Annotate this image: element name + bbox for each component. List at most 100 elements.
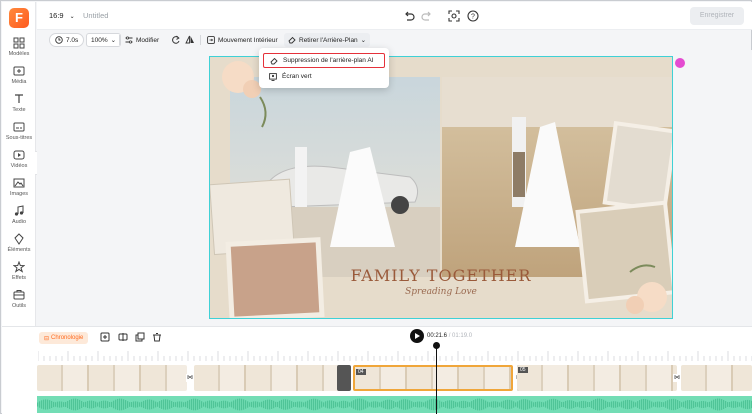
waveform-bar: [343, 400, 345, 409]
waveform-bar: [249, 402, 251, 407]
waveform-bar: [47, 399, 49, 410]
video-canvas[interactable]: FAMILY TOGETHER Spreading Love: [209, 56, 673, 319]
screenshot-icon[interactable]: [448, 10, 460, 22]
rotate-icon[interactable]: [171, 33, 181, 47]
trash-icon[interactable]: [152, 332, 162, 342]
waveform-bar: [195, 398, 197, 411]
waveform-bar: [465, 401, 467, 408]
sidebar-item-elements[interactable]: Éléments: [2, 233, 36, 259]
waveform-bar: [451, 400, 453, 409]
audio-track[interactable]: [37, 396, 752, 413]
canvas-title[interactable]: FAMILY TOGETHER: [210, 266, 672, 285]
undo-icon[interactable]: [403, 10, 415, 22]
waveform-bar: [347, 401, 349, 408]
waveform-bar: [91, 400, 93, 409]
timeline-toggle-button[interactable]: ⊟ Chronologie: [39, 332, 89, 344]
waveform-bar: [111, 401, 113, 408]
transition-icon[interactable]: ⋈: [186, 374, 194, 382]
sidebar-item-tools[interactable]: Outils: [2, 289, 36, 315]
timeline-clip[interactable]: [681, 365, 752, 391]
waveform-bar: [469, 402, 471, 407]
timeline-clip[interactable]: [37, 365, 187, 391]
waveform-bar: [617, 401, 619, 408]
green-screen-icon: [269, 72, 277, 81]
images-icon: [13, 178, 25, 188]
waveform-bar: [681, 402, 683, 407]
waveform-bar: [633, 401, 635, 408]
waveform-bar: [169, 400, 171, 409]
waveform-bar: [645, 399, 647, 410]
waveform-bar: [167, 399, 169, 410]
waveform-bar: [75, 398, 77, 411]
waveform-bar: [651, 401, 653, 408]
flip-icon[interactable]: [185, 33, 195, 47]
waveform-bar: [293, 402, 295, 407]
sidebar-item-text[interactable]: Texte: [2, 93, 36, 119]
waveform-bar: [695, 401, 697, 408]
waveform-bar: [275, 401, 277, 408]
add-icon[interactable]: [100, 332, 110, 342]
sidebar-item-label: Images: [9, 191, 29, 197]
menu-item-ai-background-removal[interactable]: Suppression de l'arrière-plan AI: [263, 53, 385, 68]
export-button[interactable]: Enregistrer: [690, 7, 744, 25]
sidebar-item-audio[interactable]: Audio: [2, 205, 36, 231]
waveform-bar: [253, 401, 255, 408]
sidebar-item-label: Sous-titres: [5, 135, 33, 141]
sidebar-item-subtitles[interactable]: Sous-titres: [2, 121, 36, 147]
sidebar-item-videos[interactable]: Vidéos: [2, 149, 36, 175]
waveform-bar: [93, 400, 95, 409]
waveform-bar: [571, 400, 573, 409]
waveform-bar: [665, 401, 667, 408]
redo-icon[interactable]: [421, 10, 433, 22]
waveform-bar: [271, 399, 273, 410]
aspect-ratio-select[interactable]: 16:9 ⌄: [49, 11, 75, 20]
sidebar-item-images[interactable]: Images: [2, 177, 36, 203]
app-logo[interactable]: F: [9, 8, 29, 28]
ai-magic-icon[interactable]: [675, 58, 685, 68]
waveform-bar: [623, 400, 625, 409]
sidebar-item-effects[interactable]: Effets: [2, 261, 36, 287]
sidebar-item-media[interactable]: Média: [2, 65, 36, 91]
waveform-bar: [387, 399, 389, 410]
zoom-select[interactable]: 100% ⌄: [86, 33, 122, 47]
clip-handle[interactable]: [337, 365, 351, 391]
duplicate-icon[interactable]: [135, 332, 145, 342]
transition-icon[interactable]: ⋈: [673, 374, 681, 382]
waveform-bar: [395, 402, 397, 407]
waveform-bar: [53, 401, 55, 408]
waveform-bar: [251, 401, 253, 408]
play-button[interactable]: [410, 329, 424, 343]
collage-caption: FAMILY TOGETHER Spreading Love: [210, 266, 672, 297]
timeline-icon: ⊟: [44, 335, 50, 342]
sidebar-item-templates[interactable]: Modèles: [2, 37, 36, 63]
canvas-subtitle[interactable]: Spreading Love: [210, 287, 672, 297]
sidebar-item-label: Éléments: [7, 247, 31, 253]
waveform-bar: [71, 399, 73, 410]
waveform-bar: [259, 402, 261, 407]
modify-button[interactable]: Modifier: [125, 33, 159, 47]
timeline-clip[interactable]: [194, 365, 344, 391]
waveform-bar: [539, 401, 541, 408]
waveform-bar: [711, 400, 713, 409]
waveform-bar: [733, 401, 735, 408]
waveform-bar: [309, 399, 311, 410]
waveform-bar: [369, 402, 371, 407]
waveform-bar: [267, 399, 269, 410]
remove-background-button[interactable]: Retirer l'Arrière-Plan ⌄: [284, 33, 371, 47]
split-icon[interactable]: [118, 332, 128, 342]
waveform-bar: [137, 401, 139, 408]
time-ruler[interactable]: [38, 347, 752, 363]
motion-icon: [207, 36, 215, 44]
waveform-bar: [725, 401, 727, 408]
menu-item-green-screen[interactable]: Écran vert: [263, 69, 385, 84]
inner-motion-button[interactable]: Mouvement Intérieur: [207, 33, 278, 47]
help-icon[interactable]: ?: [467, 10, 479, 22]
timeline-clip-selected[interactable]: 04: [353, 365, 513, 391]
timeline-clip[interactable]: 05: [517, 365, 677, 391]
project-title[interactable]: Untitled: [83, 11, 108, 20]
waveform-bar: [667, 400, 669, 409]
duration-button[interactable]: 7.0s: [49, 33, 85, 47]
waveform-bar: [191, 399, 193, 410]
waveform-bar: [717, 398, 719, 411]
playhead[interactable]: [433, 342, 440, 414]
